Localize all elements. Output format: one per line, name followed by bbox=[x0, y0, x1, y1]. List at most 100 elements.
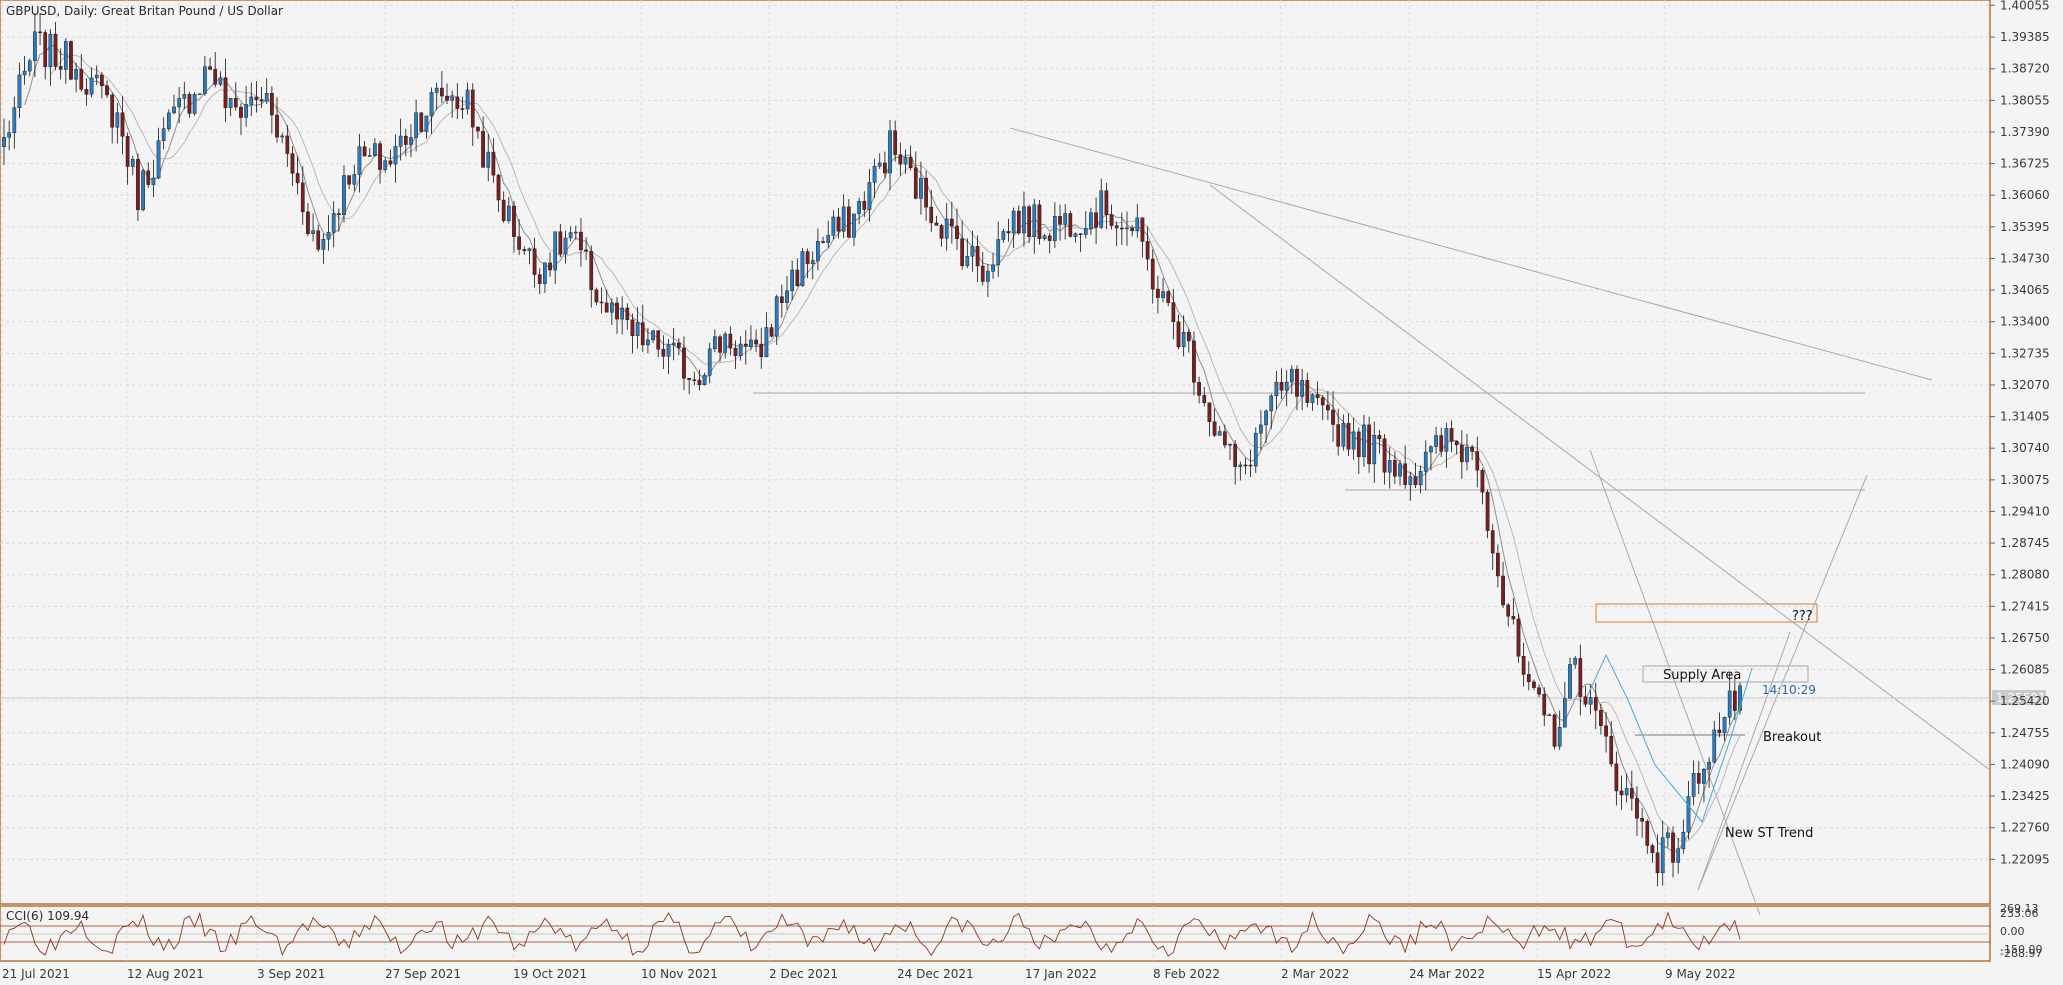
candle-bull bbox=[723, 333, 728, 353]
candle-bull bbox=[651, 330, 655, 341]
candle-bull bbox=[573, 231, 578, 234]
candle-bear bbox=[1016, 210, 1021, 234]
candle-bear bbox=[939, 225, 944, 239]
x-date-label: 2 Dec 2021 bbox=[769, 967, 838, 981]
y-tick-label: 1.30075 bbox=[2000, 473, 2050, 487]
x-date-label: 12 Aug 2021 bbox=[127, 967, 204, 981]
y-tick-label: 1.30740 bbox=[2000, 441, 2050, 455]
candle-bull bbox=[713, 336, 717, 350]
candle-bear bbox=[656, 330, 661, 350]
candle-bear bbox=[980, 265, 985, 282]
candle-bear bbox=[805, 251, 810, 265]
cci-level-label: -288.97 bbox=[2000, 947, 2042, 960]
candle-bear bbox=[1109, 214, 1114, 226]
candle-bear bbox=[604, 302, 609, 313]
candle-bear bbox=[1104, 190, 1109, 215]
candle-bear bbox=[661, 349, 666, 357]
candle-bull bbox=[2, 137, 6, 148]
candle-bull bbox=[888, 130, 892, 174]
candle-bear bbox=[846, 206, 851, 238]
time-axis[interactable]: 21 Jul 2021 12 Aug 2021 3 Sep 2021 27 Sep 2… bbox=[2, 967, 1736, 981]
candle-bear bbox=[290, 153, 295, 174]
candle-bear bbox=[1315, 394, 1320, 398]
indicator-plot-area[interactable] bbox=[0, 905, 1991, 962]
candle-bull bbox=[1181, 331, 1186, 348]
candle-bear bbox=[1619, 790, 1624, 796]
candle-bear bbox=[1382, 438, 1387, 473]
candle-bear bbox=[378, 143, 382, 170]
y-tick-label: 1.40055 bbox=[2000, 0, 2050, 12]
candle-bear bbox=[1629, 788, 1634, 799]
y-tick-label: 1.32735 bbox=[2000, 346, 2050, 360]
candle-bear bbox=[769, 327, 774, 337]
candle-bull bbox=[1624, 788, 1629, 796]
candle-bull bbox=[398, 135, 403, 147]
candle-bear bbox=[1635, 798, 1639, 819]
candle-bull bbox=[872, 165, 877, 183]
candle-bear bbox=[1583, 696, 1588, 705]
y-tick-label: 1.29410 bbox=[2000, 504, 2050, 518]
candle-bull bbox=[568, 232, 573, 239]
candle-bear bbox=[1614, 763, 1619, 792]
candle-bull bbox=[919, 177, 923, 199]
candle-bear bbox=[146, 170, 151, 185]
y-tick-label: 1.26750 bbox=[2000, 631, 2050, 645]
candle-bear bbox=[955, 225, 959, 239]
candle-bull bbox=[1300, 380, 1304, 397]
candle-bear bbox=[254, 96, 259, 101]
candle-bear bbox=[584, 249, 588, 252]
candle-bear bbox=[440, 87, 444, 97]
candle-bear bbox=[445, 95, 449, 101]
candle-bear bbox=[1223, 431, 1227, 446]
candle-bear bbox=[893, 130, 898, 155]
candle-bear bbox=[780, 296, 784, 303]
candle-bull bbox=[1588, 697, 1593, 705]
candle-bear bbox=[1609, 736, 1614, 765]
y-tick-label: 1.34065 bbox=[2000, 283, 2050, 297]
candle-bear bbox=[589, 251, 594, 290]
candle-bull bbox=[63, 41, 68, 70]
candle-bull bbox=[1310, 394, 1315, 403]
candle-bear bbox=[1537, 687, 1541, 695]
candle-bear bbox=[759, 343, 764, 357]
candle-bull bbox=[27, 60, 32, 72]
price-axis[interactable]: 1.40055 1.39385 1.38720 1.38055 1.37390 1.367… bbox=[1990, 0, 2050, 866]
candle-bear bbox=[38, 31, 42, 34]
candle-bull bbox=[33, 31, 37, 61]
candle-bear bbox=[1671, 832, 1675, 863]
candle-bull bbox=[424, 115, 429, 132]
candle-bear bbox=[1078, 233, 1083, 235]
candle-bear bbox=[259, 99, 264, 102]
candle-bull bbox=[620, 307, 625, 320]
chart-window[interactable]: 1.25591 269.13233.060.00-150.00-288.97 1… bbox=[0, 0, 2063, 985]
y-tick-label: 1.36725 bbox=[2000, 157, 2050, 171]
candle-bull bbox=[465, 89, 470, 110]
candle-bull bbox=[311, 230, 315, 234]
candle-bull bbox=[373, 143, 377, 156]
candle-bull bbox=[1563, 698, 1567, 728]
candle-bear bbox=[1248, 464, 1253, 467]
candle-bull bbox=[764, 327, 769, 357]
candle-bull bbox=[1253, 433, 1258, 467]
candle-bull bbox=[986, 271, 990, 282]
candle-bear bbox=[306, 211, 310, 234]
x-date-label: 15 Apr 2022 bbox=[1537, 967, 1611, 981]
candle-bear bbox=[908, 156, 913, 168]
candle-bear bbox=[69, 41, 73, 80]
candle-bear bbox=[1156, 288, 1160, 298]
candle-bear bbox=[187, 94, 192, 114]
candle-bull bbox=[857, 200, 861, 215]
candle-bull bbox=[429, 92, 434, 117]
candle-bull bbox=[352, 174, 357, 185]
y-tick-label: 1.37390 bbox=[2000, 125, 2050, 139]
candle-bear bbox=[517, 236, 521, 250]
candle-bull bbox=[1398, 463, 1402, 477]
candle-bull bbox=[1083, 228, 1088, 235]
candle-bear bbox=[1331, 409, 1335, 425]
x-date-label: 17 Jan 2022 bbox=[1025, 967, 1097, 981]
candle-bull bbox=[280, 135, 285, 138]
candle-bear bbox=[1496, 552, 1500, 577]
candle-bull bbox=[1686, 796, 1691, 833]
main-plot-area[interactable] bbox=[0, 0, 1991, 905]
candle-bull bbox=[831, 216, 836, 236]
